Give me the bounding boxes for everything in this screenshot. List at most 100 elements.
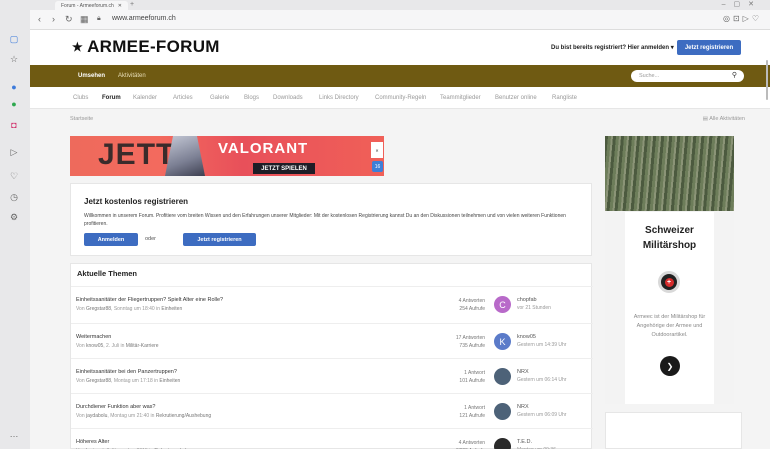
topic-title[interactable]: Einheitssanitäter bei den Panzertruppen?: [76, 369, 177, 375]
main-nav: Umsehen Aktivitäten Suche... ⚲: [30, 65, 770, 87]
subnav-downloads[interactable]: Downloads: [273, 95, 303, 101]
browser-tab[interactable]: Forum - Armeeforum.ch ✕: [55, 1, 128, 10]
last-poster[interactable]: know05: [517, 334, 536, 340]
new-tab-icon[interactable]: +: [130, 1, 134, 8]
subnav-forum[interactable]: Forum: [102, 95, 121, 101]
topic-author[interactable]: Gregstar88: [86, 306, 111, 312]
topic-date: Sonntag um 18:40: [113, 306, 155, 312]
last-poster[interactable]: NRX: [517, 369, 529, 375]
topic-forum[interactable]: Einheiten: [161, 306, 182, 312]
topic-author[interactable]: Gregstar88: [86, 378, 111, 384]
all-activities-link[interactable]: ▤ Alle Aktivitäten: [703, 116, 745, 122]
topic-views: 735 Aufrufe: [459, 343, 485, 349]
register-now-button[interactable]: Jetzt registrieren: [183, 233, 256, 246]
topic-row[interactable]: Höheres AlterVon hminaut, 3. November 20…: [71, 428, 593, 449]
subnav-blogs[interactable]: Blogs: [244, 95, 259, 101]
instagram-icon[interactable]: ◘: [7, 118, 21, 132]
avatar[interactable]: K: [494, 333, 511, 350]
topic-stats: 17 Antworten 735 Aufrufe: [435, 334, 485, 350]
search-input[interactable]: Suche... ⚲: [631, 70, 744, 82]
recent-topics: Aktuelle Themen Einheitssanitäter der Fl…: [70, 263, 593, 449]
topic-row[interactable]: Einheitssanitäter der Fliegertruppen? Sp…: [71, 286, 593, 324]
lock-icon: 🔒︎: [97, 15, 101, 22]
site-logo[interactable]: ★ ARMEE-FORUM: [72, 37, 220, 57]
reload-icon[interactable]: ↻: [65, 14, 73, 25]
last-poster[interactable]: T.E.D.: [517, 439, 532, 445]
topic-row[interactable]: Durchdiener Funktion aber was? Von jaydab…: [71, 393, 593, 431]
breadcrumb[interactable]: Startseite: [70, 116, 93, 122]
grid-icon[interactable]: ▦: [80, 14, 89, 25]
register-box-text: Willkommen in unserem Forum. Profitiere …: [84, 213, 566, 227]
nav-umsehen[interactable]: Umsehen: [78, 73, 105, 79]
ad-shop-title: Schweizer Militärshop: [642, 225, 697, 251]
more-icon[interactable]: …: [7, 427, 21, 441]
subnav-articles[interactable]: Articles: [173, 95, 193, 101]
subnav-benutzer-online[interactable]: Benutzer online: [495, 95, 537, 101]
url-field[interactable]: www.armeeforum.ch: [112, 15, 176, 22]
topic-views: 121 Aufrufe: [459, 413, 485, 419]
close-icon[interactable]: ✕: [118, 3, 122, 9]
heart-icon[interactable]: ♡: [7, 169, 21, 183]
avatar[interactable]: [494, 438, 511, 449]
topic-replies: 1 Antwort: [464, 370, 485, 376]
subnav-galerie[interactable]: Galerie: [210, 95, 229, 101]
forward-icon[interactable]: ›: [52, 14, 55, 24]
topic-forum[interactable]: Rekrutierung/Aushebung: [156, 413, 211, 419]
avatar[interactable]: [494, 368, 511, 385]
topic-date: 2. Juli: [106, 343, 120, 349]
whatsapp-icon[interactable]: ●: [7, 97, 21, 111]
avatar[interactable]: C: [494, 296, 511, 313]
avatar[interactable]: [494, 403, 511, 420]
topic-row[interactable]: Weitermachen Von know05, 2. Juli in Milit…: [71, 323, 593, 361]
subnav-clubs[interactable]: Clubs: [73, 95, 88, 101]
login-button[interactable]: Anmelden: [84, 233, 138, 246]
topic-date: Montag um 17:18: [113, 378, 153, 384]
subnav-rangliste[interactable]: Rangliste: [552, 95, 577, 101]
logo-text: ARMEE-FORUM: [87, 37, 220, 56]
arrow-right-icon[interactable]: ❯: [660, 356, 680, 376]
address-actions[interactable]: ◎⊡▷♡: [723, 14, 762, 23]
send-icon[interactable]: ▷: [7, 145, 21, 159]
topic-stats: 4 Antworten1'220 Aufrufe: [435, 439, 485, 449]
topic-forum[interactable]: Militär-Karriere: [126, 343, 159, 349]
subnav-kalender[interactable]: Kalender: [133, 95, 157, 101]
messenger-icon[interactable]: ●: [7, 80, 21, 94]
topic-views: 254 Aufrufe: [459, 306, 485, 312]
topic-meta: Von Gregstar88, Montag um 17:18 in Einhe…: [76, 378, 181, 384]
topic-stats: 1 Antwort 101 Aufrufe: [435, 369, 485, 385]
settings-icon[interactable]: ⚙: [7, 210, 21, 224]
sub-nav: Clubs Forum Kalender Articles Galerie Bl…: [30, 87, 770, 109]
militaershop-ad[interactable]: Schweizer Militärshop + Armeec ist der M…: [605, 136, 734, 404]
topic-author[interactable]: jaydabolu: [86, 413, 107, 419]
last-poster[interactable]: NRX: [517, 404, 529, 410]
browser-sidebar: ▢ ☆ ● ● ◘ ▷ ♡ ◷ ⚙ …: [0, 0, 30, 449]
ad-game-title: VALORANT: [218, 140, 309, 157]
star-icon[interactable]: ☆: [7, 52, 21, 66]
topic-title[interactable]: Weitermachen: [76, 334, 111, 340]
topic-author[interactable]: know05: [86, 343, 103, 349]
topic-title[interactable]: Höheres Alter: [76, 439, 109, 445]
subnav-community-regeln[interactable]: Community-Regeln: [375, 95, 426, 101]
last-poster[interactable]: chopfab: [517, 297, 537, 303]
window-controls[interactable]: –▢✕: [722, 0, 762, 8]
home-icon[interactable]: ▢: [7, 32, 21, 46]
subnav-teammitglieder[interactable]: Teammitglieder: [440, 95, 481, 101]
scrollbar[interactable]: [766, 60, 768, 100]
register-button[interactable]: Jetzt registrieren: [677, 40, 741, 55]
ad-cta-button[interactable]: JETZT SPIELEN: [253, 163, 315, 174]
topic-forum[interactable]: Einheiten: [159, 378, 180, 384]
topic-title[interactable]: Durchdiener Funktion aber was?: [76, 404, 156, 410]
nav-aktivitaeten[interactable]: Aktivitäten: [118, 73, 146, 79]
back-icon[interactable]: ‹: [38, 14, 41, 24]
subnav-links-directory[interactable]: Links Directory: [319, 95, 359, 101]
search-icon[interactable]: ⚲: [732, 71, 737, 79]
topic-meta: Von Gregstar88, Sonntag um 18:40 in Einh…: [76, 306, 183, 312]
topic-row[interactable]: Einheitssanitäter bei den Panzertruppen?…: [71, 358, 593, 396]
topic-title[interactable]: Einheitssanitäter der Fliegertruppen? Sp…: [76, 297, 223, 303]
valorant-ad-banner[interactable]: JETT VALORANT JETZT SPIELEN ✕ 16: [70, 136, 384, 176]
address-bar: ‹ › ↻ ▦ 🔒︎ www.armeeforum.ch ◎⊡▷♡: [30, 10, 770, 30]
register-box: Jetzt kostenlos registrieren Willkommen …: [70, 183, 592, 256]
login-link[interactable]: Du bist bereits registriert? Hier anmeld…: [551, 44, 674, 51]
ad-close-icon[interactable]: ✕: [371, 142, 383, 158]
clock-icon[interactable]: ◷: [7, 190, 21, 204]
